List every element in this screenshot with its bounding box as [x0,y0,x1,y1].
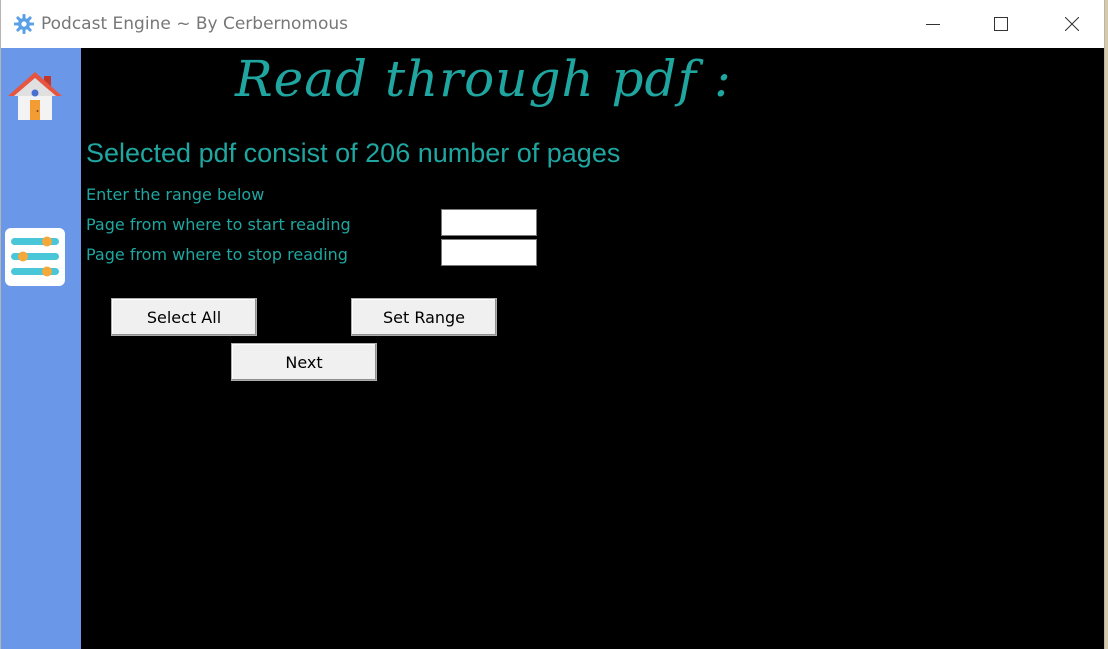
select-all-button[interactable]: Select All [111,298,257,336]
minimize-icon [926,24,940,25]
window-title: Podcast Engine ~ By Cerbernomous [41,14,348,34]
stop-page-label: Page from where to stop reading [86,245,348,264]
page-count-info: Selected pdf consist of 206 number of pa… [86,138,621,168]
sidebar [1,48,81,649]
maximize-icon [994,17,1008,31]
home-button[interactable] [6,70,64,122]
start-page-label: Page from where to start reading [86,215,351,234]
app-window: Podcast Engine ~ By Cerbernomous Read th… [0,0,1105,649]
settings-button[interactable] [5,228,65,286]
settings-sliders-icon [11,236,59,277]
gear-icon [13,13,35,35]
home-icon [8,72,62,120]
stop-page-input[interactable] [441,239,537,266]
start-page-input[interactable] [441,209,537,236]
maximize-button[interactable] [978,0,1024,48]
minimize-button[interactable] [910,0,956,48]
range-instruction: Enter the range below [86,185,265,204]
page-title: Read through pdf : [235,50,732,108]
close-button[interactable] [1049,0,1095,48]
title-bar[interactable]: Podcast Engine ~ By Cerbernomous [1,0,1104,48]
close-icon [1065,17,1079,31]
set-range-button[interactable]: Set Range [351,298,497,336]
next-button[interactable]: Next [231,343,377,381]
main-panel: Read through pdf : Selected pdf consist … [81,48,1104,649]
